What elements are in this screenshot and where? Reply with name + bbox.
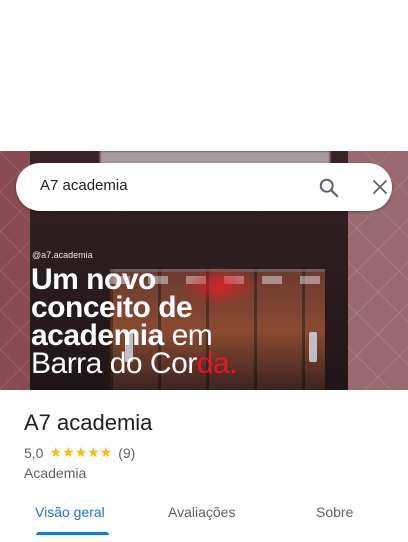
tab-overview[interactable]: Visão geral bbox=[35, 504, 105, 520]
headline-line-4: Barra do Corda. bbox=[31, 347, 238, 380]
tab-about[interactable]: Sobre bbox=[316, 504, 353, 520]
tab-reviews[interactable]: Avaliações bbox=[168, 504, 235, 520]
search-icon[interactable] bbox=[318, 177, 340, 199]
place-category[interactable]: Academia bbox=[24, 465, 86, 481]
close-icon[interactable] bbox=[371, 178, 389, 196]
headline-line-3: academia em bbox=[31, 321, 237, 351]
active-tab-indicator bbox=[36, 532, 109, 535]
search-bar[interactable]: A7 academia bbox=[16, 163, 392, 211]
instagram-handle: @a7.academia bbox=[32, 250, 93, 260]
review-count[interactable]: (9) bbox=[118, 445, 135, 461]
headline-line-4-red: da. bbox=[196, 347, 238, 380]
place-info-panel: A7 academia 5,0 ★★★★★ (9) Academia Visão… bbox=[0, 390, 408, 542]
place-name: A7 academia bbox=[24, 410, 153, 435]
headline-line-2: conceito de bbox=[31, 291, 193, 324]
tab-bar: Visão geral Avaliações Sobre bbox=[0, 502, 408, 542]
star-rating-icon: ★★★★★ bbox=[49, 444, 113, 460]
rating-value: 5,0 bbox=[24, 444, 44, 461]
headline-line-4-light: Barra do Cor bbox=[31, 347, 197, 380]
headline-line-1: Um novo bbox=[31, 263, 156, 296]
door-handle-right bbox=[309, 332, 317, 362]
rating-row[interactable]: 5,0 ★★★★★ (9) bbox=[24, 444, 135, 461]
photo-headline: Um novo conceito de academia em Barra do… bbox=[31, 263, 238, 380]
search-input[interactable]: A7 academia bbox=[40, 177, 128, 194]
